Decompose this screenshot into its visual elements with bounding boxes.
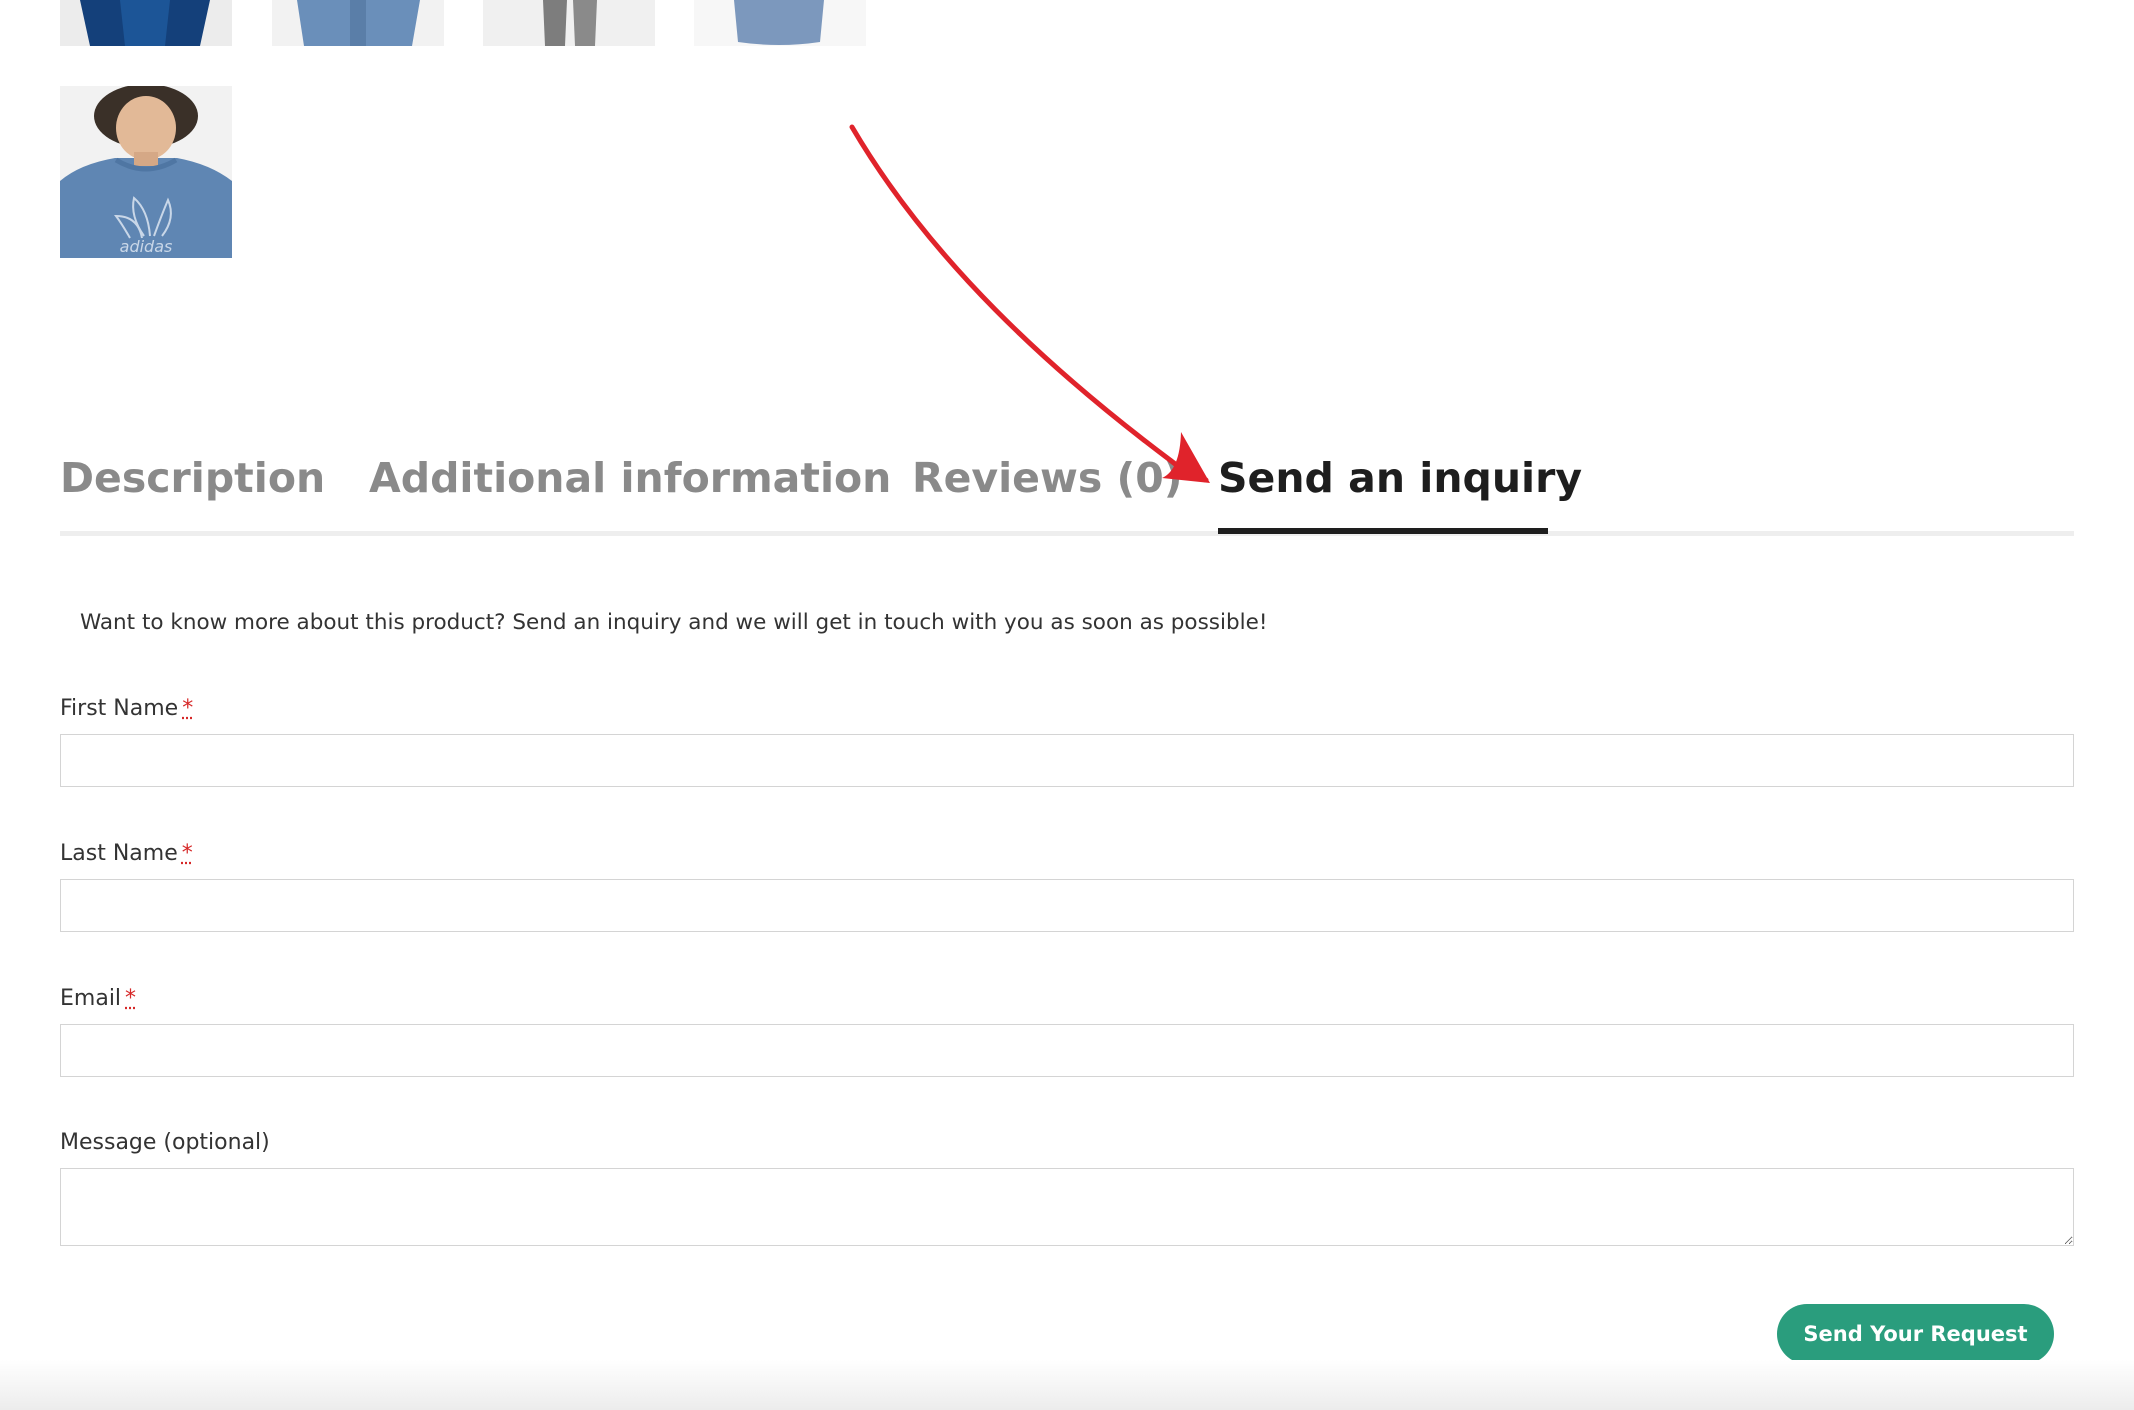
svg-text:adidas: adidas	[120, 237, 173, 256]
first-name-label: First Name *	[60, 696, 194, 721]
last-name-field[interactable]	[60, 879, 2074, 932]
email-field[interactable]	[60, 1024, 2074, 1077]
thumbnail-4[interactable]	[694, 0, 866, 46]
required-marker: *	[125, 986, 137, 1011]
product-tabs: Description Additional information Revie…	[60, 436, 2074, 536]
page: adidas Description Additional informatio…	[0, 0, 2134, 1410]
email-label: Email *	[60, 986, 137, 1011]
required-marker: *	[181, 841, 193, 866]
last-name-label: Last Name *	[60, 841, 193, 866]
message-field[interactable]	[60, 1168, 2074, 1246]
first-name-field[interactable]	[60, 734, 2074, 787]
required-marker: *	[182, 696, 194, 721]
tab-reviews[interactable]: Reviews (0)	[912, 454, 1183, 502]
send-request-button[interactable]: Send Your Request	[1777, 1304, 2054, 1364]
thumbnail-2[interactable]	[272, 0, 444, 46]
thumbnail-5-shirt-logo[interactable]: adidas	[60, 86, 232, 258]
inquiry-intro-text: Want to know more about this product? Se…	[80, 610, 1268, 635]
thumbnail-1[interactable]	[60, 0, 232, 46]
tab-description[interactable]: Description	[60, 454, 325, 502]
page-bottom-fade	[0, 1360, 2134, 1410]
tab-additional-information[interactable]: Additional information	[369, 454, 891, 502]
active-tab-indicator	[1218, 528, 1548, 534]
message-label: Message (optional)	[60, 1130, 270, 1155]
thumbnail-3[interactable]	[483, 0, 655, 46]
tab-send-inquiry[interactable]: Send an inquiry	[1218, 454, 1582, 502]
